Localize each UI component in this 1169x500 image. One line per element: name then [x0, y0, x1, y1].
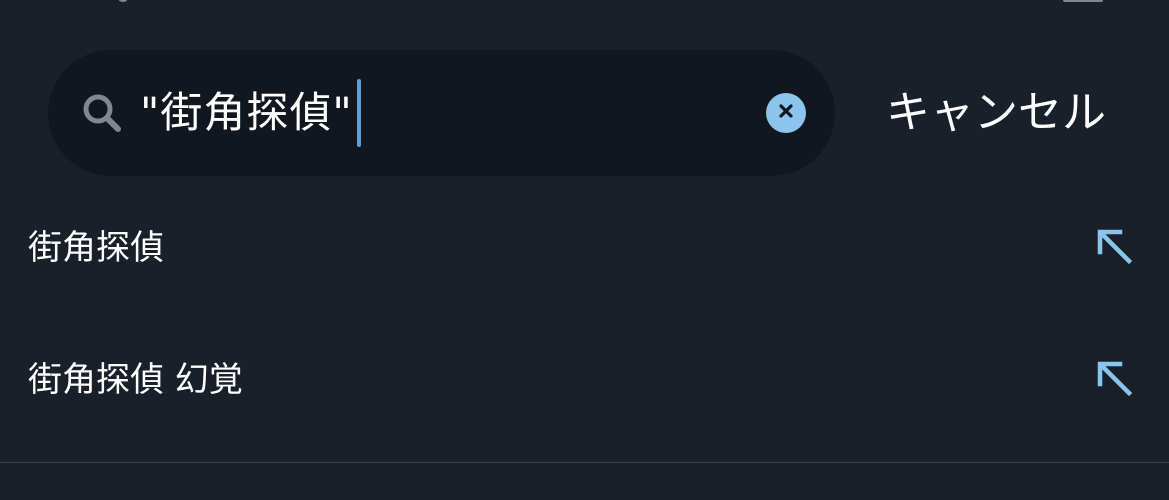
arrow-up-left-icon[interactable]	[1094, 358, 1134, 398]
status-bar-partial	[0, 0, 1169, 6]
text-caret	[356, 79, 361, 147]
suggestion-label: 街角探偵 幻覚	[28, 360, 243, 400]
suggestion-item[interactable]: 街角探偵 幻覚	[0, 330, 1169, 430]
cancel-button[interactable]: キャンセル	[886, 83, 1106, 143]
search-input-text: "街角探偵"	[140, 88, 353, 137]
clear-search-button[interactable]	[766, 93, 806, 133]
divider	[0, 462, 1169, 463]
battery-icon	[1063, 0, 1103, 2]
arrow-up-left-icon[interactable]	[1094, 226, 1134, 266]
search-bar-row: "街角探偵" キャンセル	[48, 50, 1148, 176]
search-icon	[80, 91, 124, 135]
search-input[interactable]: "街角探偵"	[140, 79, 361, 147]
search-field[interactable]: "街角探偵"	[48, 50, 835, 176]
status-dot-icon	[118, 0, 128, 2]
clear-circle-icon	[778, 103, 794, 123]
suggestion-label: 街角探偵	[28, 228, 164, 268]
suggestion-item[interactable]: 街角探偵	[0, 198, 1169, 298]
search-screen: "街角探偵" キャンセル 街角探偵 街角探偵 幻覚	[0, 0, 1169, 500]
